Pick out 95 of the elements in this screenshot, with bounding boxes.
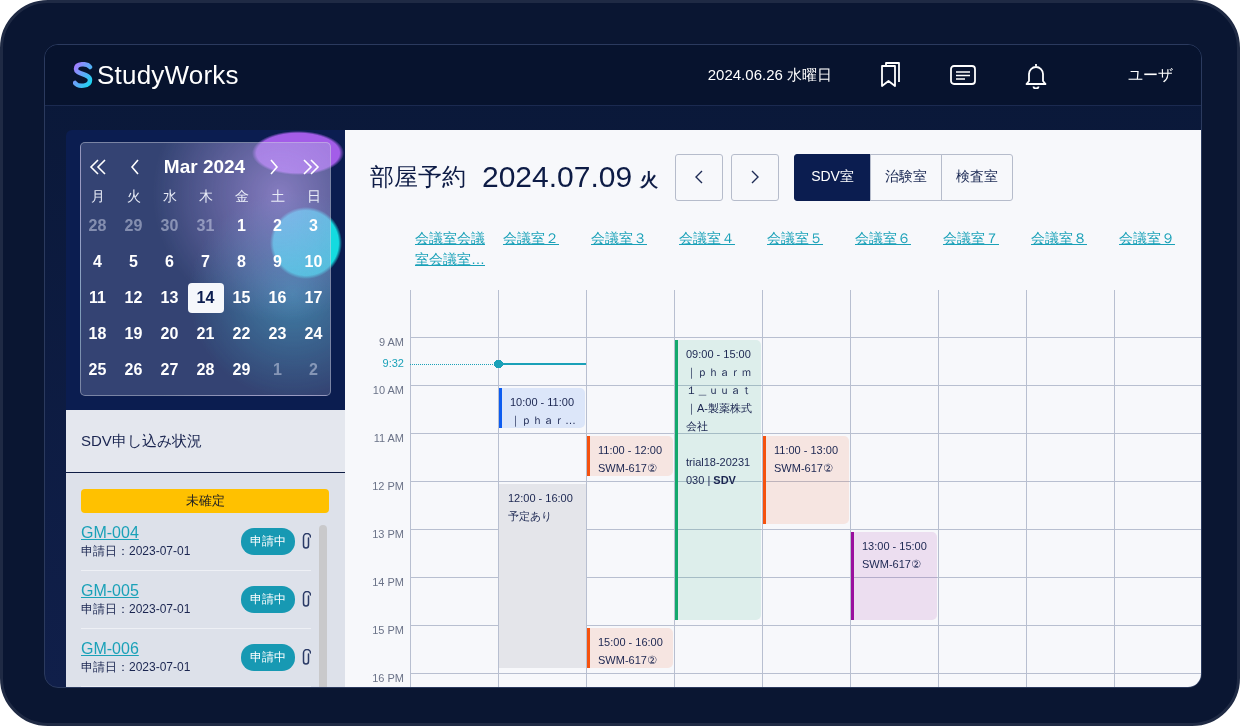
event-time: 09:00 - 15:00: [686, 347, 752, 362]
bell-icon[interactable]: [1024, 61, 1048, 89]
status-group-bar: 未確定: [81, 489, 329, 513]
header-date: 2024.06.26 水曜日: [707, 65, 832, 85]
event-note: trial18-20231030 | SDV: [686, 455, 752, 488]
calendar-day[interactable]: 22: [223, 319, 260, 355]
hour-label: 13 PM: [372, 528, 404, 540]
hour-label: 16 PM: [372, 672, 404, 684]
paperclip-icon[interactable]: [301, 533, 311, 550]
booking-event[interactable]: 13:00 - 15:00 SWM-617②: [851, 532, 937, 620]
logo-s-icon: [73, 62, 93, 88]
section-title: SDV申し込み状況: [81, 431, 202, 451]
calendar-day[interactable]: 25: [79, 355, 116, 391]
application-date: 申請日：2023-07-01: [81, 600, 192, 618]
event-title: ｜ｐｈａｒｍ１＿ｕｕａｔ｜A-製薬株式会社: [686, 365, 753, 434]
booking-event[interactable]: 09:00 - 15:00 ｜ｐｈａｒｍ１＿ｕｕａｔ｜A-製薬株式会社 trial18-20231030 | SDV: [675, 340, 761, 620]
calendar-day[interactable]: 18: [79, 319, 116, 355]
booking-event[interactable]: 10:00 - 11:00 ｜ｐｈａｒ…: [499, 388, 585, 428]
current-time-label: 9:32: [382, 356, 404, 369]
event-time: 15:00 - 16:00: [598, 635, 664, 650]
event-title: SWM-617②: [598, 461, 658, 476]
room-type-tab[interactable]: 検査室: [940, 153, 1013, 201]
app-logo-text: StudyWorks: [97, 59, 239, 91]
hour-label: 10 AM: [372, 384, 404, 396]
chevron-left-icon: [695, 170, 704, 184]
calendar-day[interactable]: 15: [223, 283, 260, 319]
calendar-day[interactable]: 4: [79, 247, 116, 283]
application-date: 申請日：2023-07-01: [81, 542, 192, 560]
event-title: SWM-617②: [862, 557, 922, 572]
event-time: 11:00 - 13:00: [774, 443, 839, 458]
double-chevron-left-icon[interactable]: [89, 159, 107, 175]
calendar-day[interactable]: 16: [259, 283, 296, 319]
status-badge: 申請中: [241, 644, 295, 671]
chevron-right-icon[interactable]: [268, 159, 279, 175]
calendar-day[interactable]: 13: [151, 283, 188, 319]
booking-date: 2024.07.09: [482, 160, 633, 194]
scrollbar[interactable]: [319, 525, 327, 687]
chevron-right-icon: [751, 170, 760, 184]
weekday-label: 木: [197, 187, 214, 206]
calendar-day[interactable]: 29: [223, 355, 260, 391]
hour-label: 12 PM: [372, 480, 404, 492]
room-type-tab[interactable]: 治験室: [869, 153, 942, 201]
calendar-day[interactable]: 1: [223, 211, 260, 247]
calendar-day[interactable]: 7: [187, 247, 224, 283]
double-chevron-right-icon[interactable]: [301, 159, 320, 175]
hour-label: 15 PM: [372, 624, 404, 636]
event-title: 予定あり: [508, 509, 553, 524]
application-date: 申請日：2023-07-01: [81, 658, 192, 676]
weekday-label: 日: [305, 187, 322, 206]
calendar-day[interactable]: 20: [151, 319, 188, 355]
status-badge: 申請中: [241, 586, 295, 613]
event-time: 13:00 - 15:00: [862, 539, 928, 554]
calendar-day[interactable]: 12: [115, 283, 152, 319]
event-time: 11:00 - 12:00: [598, 443, 663, 458]
calendar-day[interactable]: 24: [295, 319, 332, 355]
hour-label: 14 PM: [372, 576, 404, 588]
calendar-day[interactable]: 21: [187, 319, 224, 355]
calendar-day[interactable]: 19: [115, 319, 152, 355]
chevron-left-icon[interactable]: [130, 159, 141, 175]
room-type-tab[interactable]: SDV室: [794, 153, 871, 201]
bookmark-icon[interactable]: [880, 62, 902, 88]
booking-event[interactable]: 15:00 - 16:00 SWM-617②: [587, 628, 673, 668]
weekday-label: 月: [89, 187, 106, 206]
event-title: SWM-617②: [774, 461, 834, 476]
hour-label: 9 AM: [378, 336, 404, 348]
event-time: 10:00 - 11:00: [510, 395, 575, 410]
paperclip-icon[interactable]: [301, 591, 311, 608]
calendar-day[interactable]: 11: [79, 283, 116, 319]
calendar-day[interactable]: 5: [115, 247, 152, 283]
weekday-label: 金: [233, 187, 250, 206]
month-title: Mar 2024: [163, 156, 246, 178]
message-icon[interactable]: [950, 65, 976, 85]
calendar-day[interactable]: 6: [151, 247, 188, 283]
calendar-day[interactable]: 27: [151, 355, 188, 391]
booking-event[interactable]: 12:00 - 16:00 予定あり: [499, 484, 587, 668]
calendar-day[interactable]: 23: [259, 319, 296, 355]
booking-event[interactable]: 11:00 - 12:00 SWM-617②: [587, 436, 673, 476]
weekday-label: 土: [269, 187, 286, 206]
page-title: 部屋予約: [370, 162, 466, 192]
weekday-label: 火: [125, 187, 142, 206]
booking-weekday: 火: [640, 169, 659, 192]
calendar-day[interactable]: 26: [115, 355, 152, 391]
weekday-label: 水: [161, 187, 178, 206]
calendar-day[interactable]: 8: [223, 247, 260, 283]
calendar-day[interactable]: 28: [187, 355, 224, 391]
booking-event[interactable]: 11:00 - 13:00 SWM-617②: [763, 436, 849, 524]
hour-label: 11 AM: [373, 432, 404, 444]
calendar-day[interactable]: 17: [295, 283, 332, 319]
event-title: SWM-617②: [598, 653, 658, 668]
status-badge: 申請中: [241, 528, 295, 555]
calendar-day[interactable]: 14: [187, 283, 224, 313]
user-menu[interactable]: ユーザ: [1128, 65, 1173, 85]
event-title: ｜ｐｈａｒ…: [510, 413, 577, 428]
event-time: 12:00 - 16:00: [508, 491, 574, 506]
paperclip-icon[interactable]: [301, 649, 311, 666]
